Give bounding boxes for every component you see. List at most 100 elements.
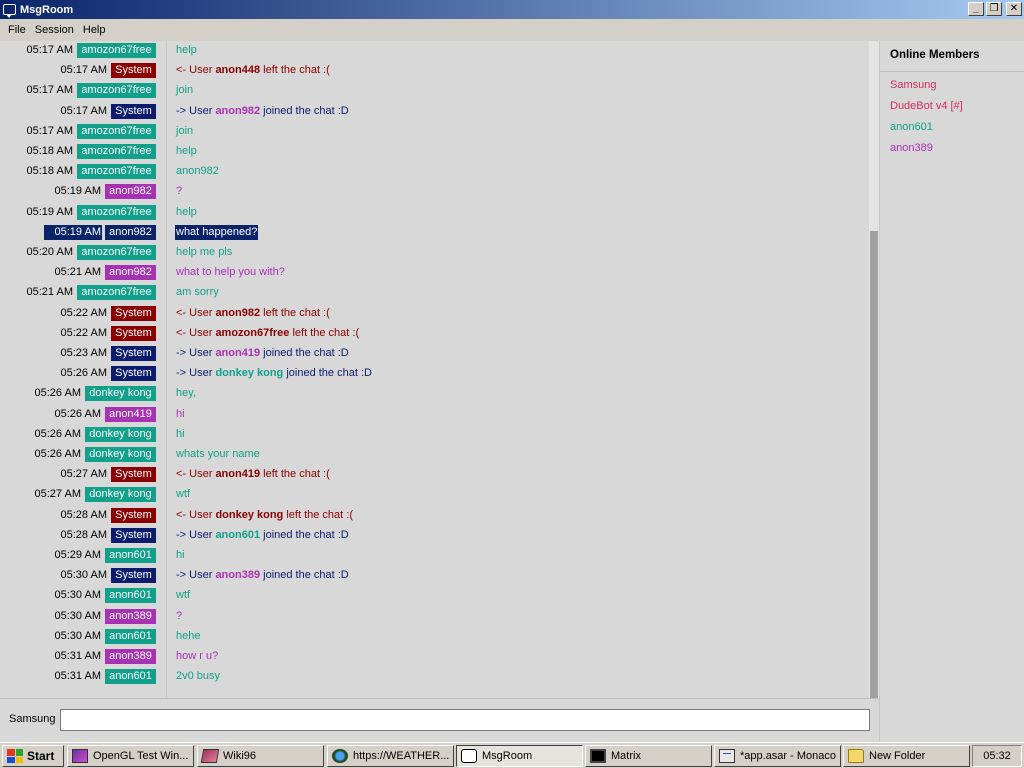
message-timestamp: 05:26 AM: [54, 407, 101, 420]
message-text: -> User anon389 joined the chat :D: [175, 568, 350, 583]
taskbar-item[interactable]: *app.asar - Monaco: [714, 745, 841, 767]
chat-message[interactable]: 05:22 AM System <- User anon982 left the c…: [0, 304, 869, 322]
chat-message[interactable]: 05:22 AM System <- User amozon67free left …: [0, 324, 869, 342]
chat-message[interactable]: 05:18 AM amozon67free anon982: [0, 162, 869, 180]
message-sender-badge[interactable]: anon601: [105, 588, 156, 604]
taskbar-item[interactable]: OpenGL Test Win...: [67, 745, 194, 767]
scrollbar-thumb[interactable]: [870, 231, 878, 698]
message-sender-badge[interactable]: amozon67free: [77, 123, 156, 139]
taskbar-item[interactable]: MsgRoom: [456, 745, 583, 767]
message-input[interactable]: [60, 709, 870, 731]
chat-message[interactable]: 05:30 AM anon601 hehe: [0, 627, 869, 645]
message-timestamp: 05:17 AM: [26, 124, 73, 137]
message-sender-badge[interactable]: anon982: [105, 184, 156, 200]
chat-message[interactable]: 05:18 AM amozon67free help: [0, 142, 869, 160]
online-member[interactable]: Samsung: [890, 79, 936, 91]
message-sender-badge[interactable]: amozon67free: [77, 285, 156, 301]
chat-message[interactable]: 05:31 AM anon601 2v0 busy: [0, 667, 869, 685]
chat-message[interactable]: 05:29 AM anon601 hi: [0, 546, 869, 564]
online-member[interactable]: anon601: [890, 121, 933, 133]
message-sender-badge[interactable]: amozon67free: [77, 204, 156, 220]
chat-message[interactable]: 05:30 AM anon389?: [0, 607, 869, 625]
message-sender-badge[interactable]: donkey kong: [85, 447, 156, 462]
message-text: help: [176, 145, 197, 157]
message-text: wtf: [176, 589, 191, 602]
chat-message[interactable]: 05:26 AM donkey kong whats your name: [0, 445, 869, 463]
message-sender-badge[interactable]: anon982: [105, 265, 156, 281]
chat-message[interactable]: 05:28 AM System <- User donkey kong left t…: [0, 506, 869, 524]
windows-logo-icon: [7, 749, 23, 763]
message-sender-badge[interactable]: anon601: [105, 548, 156, 563]
chat-message[interactable]: 05:19 AM anon982?: [0, 182, 869, 200]
message-sender-badge[interactable]: amozon67free: [77, 144, 156, 159]
message-sender-badge[interactable]: donkey kong: [85, 487, 156, 503]
message-sender-badge[interactable]: anon389: [105, 649, 156, 664]
online-member[interactable]: anon389: [890, 142, 933, 154]
chat-message[interactable]: 05:30 AM System -> User anon389 joined the…: [0, 566, 869, 584]
chat-message[interactable]: 05:26 AM donkey kong hey,: [0, 384, 869, 402]
message-sender-badge[interactable]: anon601: [105, 669, 156, 685]
chat-message[interactable]: 05:19 AM anon982 what happened?: [0, 223, 869, 241]
message-sender-badge[interactable]: donkey kong: [85, 426, 156, 442]
message-sender-badge[interactable]: donkey kong: [85, 386, 156, 402]
chat-message[interactable]: 05:19 AM amozon67free help: [0, 203, 869, 221]
message-sender-badge[interactable]: amozon67free: [77, 83, 156, 99]
chat-message[interactable]: 05:27 AM System <- User anon419 left the c…: [0, 465, 869, 483]
menu-file[interactable]: File: [4, 24, 30, 36]
close-button[interactable]: ✕: [1006, 2, 1022, 16]
message-sender-badge[interactable]: System: [111, 366, 156, 382]
message-sender-badge[interactable]: System: [111, 507, 156, 523]
message-timestamp: 05:21 AM: [54, 266, 101, 279]
chat-message[interactable]: 05:20 AM amozon67free help me pls: [0, 243, 869, 261]
message-sender-badge[interactable]: System: [111, 346, 156, 361]
nickname-label: Samsung: [9, 713, 56, 725]
chat-scrollbar[interactable]: [869, 41, 879, 698]
chat-message[interactable]: 05:17 AM amozon67free help: [0, 41, 869, 59]
chat-message[interactable]: 05:26 AM donkey kong hi: [0, 425, 869, 443]
message-sender-badge[interactable]: System: [111, 467, 156, 483]
message-sender-badge[interactable]: System: [111, 568, 156, 584]
message-text: help: [176, 44, 197, 56]
message-sender-badge[interactable]: System: [111, 63, 156, 79]
start-button[interactable]: Start: [2, 745, 64, 767]
chat-message[interactable]: 05:17 AM amozon67free join: [0, 81, 869, 99]
chat-message[interactable]: 05:28 AM System -> User anon601 joined the…: [0, 526, 869, 544]
maximize-button[interactable]: ❐: [986, 2, 1002, 16]
chat-message[interactable]: 05:21 AM amozon67free am sorry: [0, 283, 869, 301]
message-sender-badge[interactable]: System: [111, 527, 156, 543]
title-bar[interactable]: MsgRoom _ ❐ ✕: [0, 0, 1024, 19]
chat-message[interactable]: 05:17 AM System <- User anon448 left the c…: [0, 61, 869, 79]
chat-message[interactable]: 05:31 AM anon389 how r u?: [0, 647, 869, 665]
chat-message[interactable]: 05:26 AM anon419 hi: [0, 405, 869, 423]
system-message-username: anon982: [215, 104, 261, 117]
message-sender-badge[interactable]: amozon67free: [77, 164, 156, 180]
system-message-username: amozon67free: [215, 326, 290, 339]
menu-session[interactable]: Session: [31, 24, 78, 36]
minimize-button[interactable]: _: [968, 2, 984, 16]
taskbar-item[interactable]: Wiki96: [197, 745, 324, 767]
taskbar-item-label: OpenGL Test Win...: [93, 750, 189, 762]
menu-help[interactable]: Help: [79, 24, 110, 36]
message-sender-badge[interactable]: System: [111, 325, 156, 341]
message-sender-badge[interactable]: amozon67free: [77, 245, 156, 260]
chat-message[interactable]: 05:17 AM amozon67free join: [0, 122, 869, 140]
taskbar-item[interactable]: Matrix: [585, 745, 712, 767]
chat-message[interactable]: 05:30 AM anon601 wtf: [0, 586, 869, 604]
message-sender-badge[interactable]: anon389: [105, 608, 156, 624]
taskbar-item[interactable]: New Folder: [843, 745, 970, 767]
message-sender-badge[interactable]: anon982: [105, 224, 156, 240]
message-sender-badge[interactable]: System: [111, 103, 156, 119]
taskbar-item[interactable]: https://WEATHER...: [327, 745, 454, 767]
message-sender-badge[interactable]: System: [111, 305, 156, 321]
message-sender-badge[interactable]: anon419: [105, 406, 156, 422]
online-member[interactable]: DudeBot v4 [#]: [890, 100, 963, 112]
chat-message[interactable]: 05:26 AM System -> User donkey kong joined…: [0, 364, 869, 382]
chat-message[interactable]: 05:21 AM anon982 what to help you with?: [0, 263, 869, 281]
chat-message[interactable]: 05:23 AM System -> User anon419 joined the…: [0, 344, 869, 362]
message-sender-badge[interactable]: anon601: [105, 628, 156, 644]
message-text: <- User donkey kong left the chat :(: [175, 508, 354, 523]
message-sender-badge[interactable]: amozon67free: [77, 43, 156, 58]
chat-message[interactable]: 05:17 AM System -> User anon982 joined the…: [0, 102, 869, 120]
chat-message[interactable]: 05:27 AM donkey kong wtf: [0, 485, 869, 503]
chat-log[interactable]: 05:17 AM amozon67free help 05:17 AM System <-…: [0, 41, 869, 698]
